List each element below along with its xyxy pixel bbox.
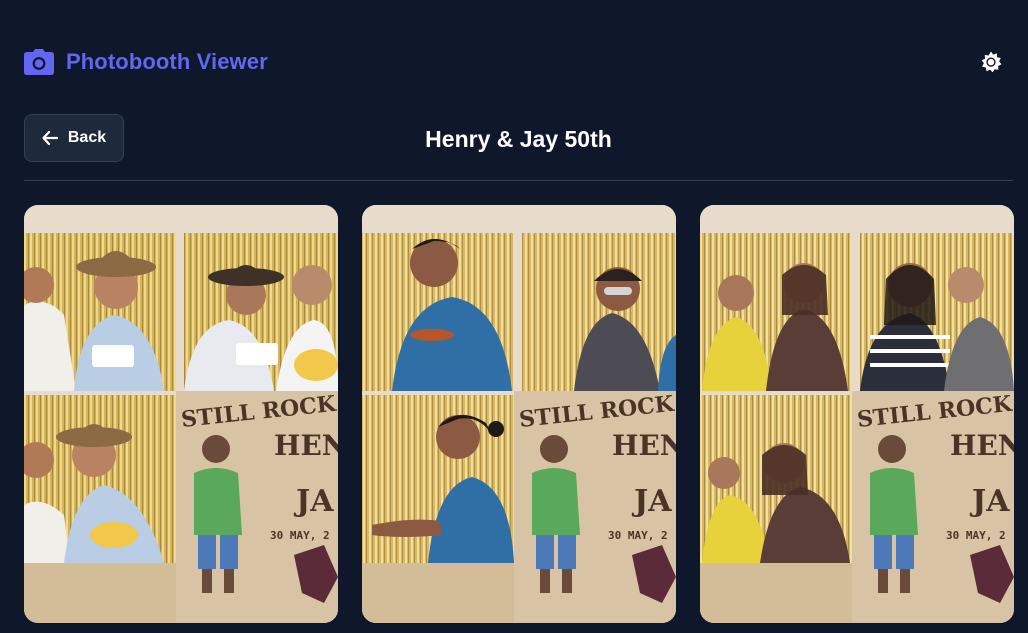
album-header: Back Henry & Jay 50th (24, 114, 1013, 164)
sign-text-henry: HENR (950, 429, 1014, 462)
app-title: Photobooth Viewer (66, 49, 268, 74)
photo-card[interactable]: STILL ROCK HENR JA 30 MAY, 2 (362, 205, 676, 623)
photo-strip-image: STILL ROCK HENR JA 30 MAY, 2 (362, 205, 676, 623)
sign-text-date: 30 MAY, 2 (946, 529, 1006, 542)
back-button-label: Back (67, 129, 107, 146)
sign-text-henry: HENR (274, 429, 338, 462)
brand[interactable]: Photobooth Viewer (24, 49, 268, 75)
arrow-left-icon (42, 131, 58, 145)
photo-strip-image: STILL ROCK HENR JA 30 MAY, 2 (24, 205, 338, 623)
header-divider (24, 180, 1013, 181)
camera-icon (24, 49, 54, 75)
photo-card[interactable]: STILL ROCK HENR JA 30 MAY, 2 (24, 205, 338, 623)
sign-text-jay: JA (631, 484, 672, 519)
sun-icon (981, 51, 1002, 73)
album-title: Henry & Jay 50th (425, 126, 612, 152)
top-header: Photobooth Viewer (24, 40, 1004, 84)
sign-text-henry: HENR (612, 429, 676, 462)
theme-toggle-button[interactable] (978, 49, 1004, 75)
sign-text-jay: JA (293, 484, 334, 519)
sign-text-jay: JA (969, 484, 1010, 519)
photo-grid: STILL ROCK HENR JA 30 MAY, 2 (24, 205, 1014, 623)
photo-strip-image: STILL ROCK HENR JA 30 MAY, 2 (700, 205, 1014, 623)
photo-card[interactable]: STILL ROCK HENR JA 30 MAY, 2 (700, 205, 1014, 623)
photobooth-viewer-app: Photobooth Viewer Back Henry & Jay 50th (0, 0, 1028, 633)
back-button[interactable]: Back (24, 114, 124, 162)
sign-text-date: 30 MAY, 2 (270, 529, 330, 542)
sign-text-date: 30 MAY, 2 (608, 529, 668, 542)
